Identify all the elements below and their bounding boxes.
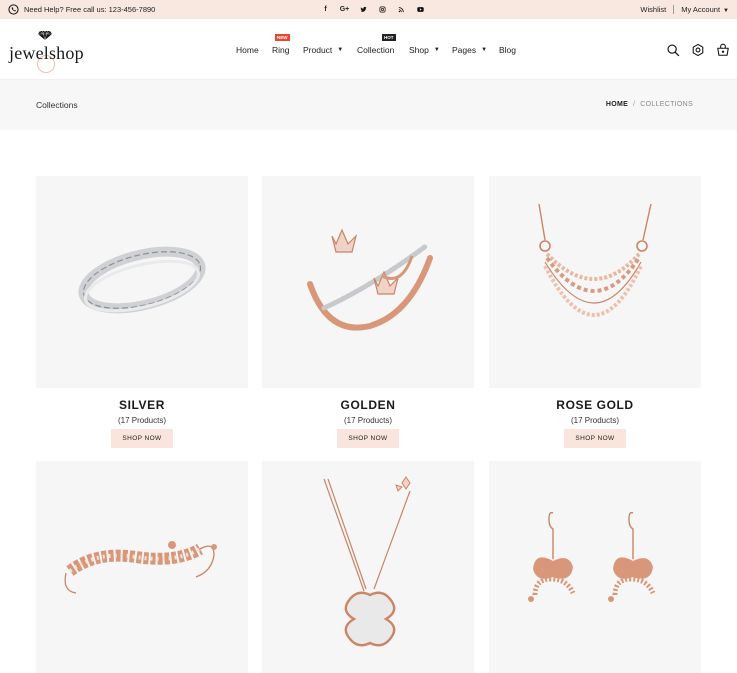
chevron-down-icon: ▼ [337, 46, 344, 53]
collection-name: SILVER [118, 398, 166, 412]
header-icons [666, 19, 730, 80]
product-count: (17 Products) [343, 416, 393, 425]
nav-blog[interactable]: Blog [499, 45, 516, 55]
collection-name: GOLDEN [340, 398, 396, 412]
collection-image[interactable] [262, 461, 474, 673]
chevron-down-icon: ▼ [433, 46, 440, 53]
nav-shop-label: Shop [409, 44, 429, 55]
collection-card-silver: SILVER (17 Products) SHOP NOW [36, 176, 248, 448]
pendant-necklace-image [323, 476, 411, 647]
twitter-icon[interactable] [354, 6, 373, 13]
nav-product[interactable]: Product ▼ [303, 45, 357, 55]
new-badge: NEW [275, 33, 290, 41]
diamond-icon [38, 31, 52, 40]
nav-collection[interactable]: HOT Collection [357, 33, 409, 55]
breadcrumb-bar: Collections HOME / COLLECTIONS [0, 80, 737, 130]
help-line: Need Help? Free call us: 123-456-7890 [8, 4, 155, 15]
nav-home[interactable]: Home [236, 45, 272, 55]
collection-card-earrings [489, 461, 701, 673]
nav-ring-label: Ring [272, 44, 290, 55]
shop-now-button[interactable]: SHOP NOW [564, 429, 626, 448]
collection-image[interactable] [36, 176, 248, 388]
collection-image[interactable] [489, 176, 701, 388]
collection-card-rose-gold: ROSE GOLD (17 Products) SHOP NOW [489, 176, 701, 448]
main-nav: Home NEW Ring Product ▼ HOT Collection Sh… [236, 19, 516, 80]
nav-ring[interactable]: NEW Ring [272, 33, 303, 55]
collection-card-pendant [262, 461, 474, 673]
instagram-icon[interactable] [373, 6, 392, 13]
collection-image[interactable] [262, 176, 474, 388]
collection-image[interactable] [36, 461, 248, 673]
page-title: Collections [36, 100, 78, 110]
hot-badge: HOT [382, 33, 396, 41]
facebook-icon[interactable]: f [316, 6, 335, 13]
collection-image[interactable] [489, 461, 701, 673]
product-count: (17 Products) [117, 416, 167, 425]
earrings-image [528, 511, 656, 602]
shop-now-button[interactable]: SHOP NOW [337, 429, 399, 448]
rss-icon[interactable] [392, 6, 411, 13]
social-links: f G+ [316, 0, 430, 19]
top-bar: Need Help? Free call us: 123-456-7890 f … [0, 0, 737, 19]
logo-text: jewelshop [9, 43, 84, 63]
nav-product-label: Product [303, 44, 333, 55]
collection-card-bracelet [36, 461, 248, 673]
silver-ring-image [78, 246, 206, 314]
chevron-down-icon: ▼ [723, 8, 729, 14]
wishlist-link[interactable]: Wishlist [640, 5, 666, 14]
shop-now-button[interactable]: SHOP NOW [111, 429, 173, 448]
main-header: jewelshop Home NEW Ring Product ▼ HOT Col… [0, 19, 737, 80]
nav-blog-label: Blog [499, 44, 517, 55]
bracelet-image [64, 541, 217, 594]
settings-icon[interactable] [691, 43, 705, 57]
breadcrumb-current: COLLECTIONS [640, 101, 693, 108]
nav-collection-label: Collection [357, 44, 395, 55]
account-menu[interactable]: My Account ▼ [681, 5, 729, 14]
nav-pages[interactable]: Pages ▼ [452, 45, 499, 55]
chevron-down-icon: ▼ [481, 46, 488, 53]
whatsapp-icon [8, 4, 19, 15]
nav-shop[interactable]: Shop ▼ [409, 45, 452, 55]
youtube-icon[interactable] [411, 6, 430, 13]
rose-gold-necklace-image [538, 203, 652, 317]
cart-icon[interactable] [716, 43, 730, 57]
nav-home-label: Home [236, 44, 259, 55]
divider [673, 5, 675, 14]
collection-name: ROSE GOLD [556, 398, 634, 412]
golden-ring-image [307, 228, 433, 331]
logo[interactable]: jewelshop [9, 31, 89, 73]
top-links: Wishlist My Account ▼ [640, 0, 729, 19]
search-icon[interactable] [666, 43, 680, 57]
breadcrumb: HOME / COLLECTIONS [606, 101, 693, 108]
google-plus-icon[interactable]: G+ [335, 6, 354, 13]
product-count: (17 Products) [570, 416, 620, 425]
nav-pages-label: Pages [452, 44, 477, 55]
collection-card-golden: GOLDEN (17 Products) SHOP NOW [262, 176, 474, 448]
account-label: My Account [681, 5, 721, 14]
help-text: Need Help? Free call us: 123-456-7890 [24, 5, 156, 14]
breadcrumb-separator: / [633, 101, 636, 108]
breadcrumb-home[interactable]: HOME [606, 101, 628, 108]
